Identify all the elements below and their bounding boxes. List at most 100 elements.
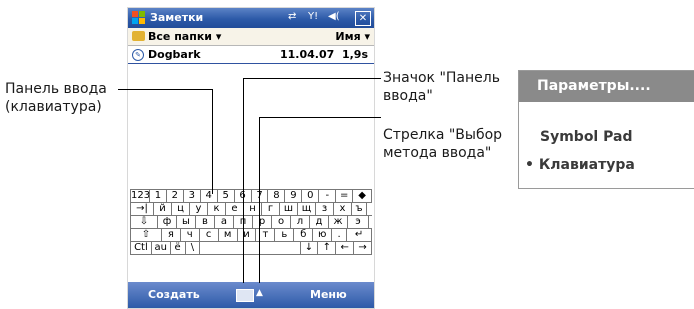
- key[interactable]: -: [319, 190, 337, 202]
- signal-icon[interactable]: Y!: [308, 11, 318, 22]
- leader-line-input-panel: [118, 89, 213, 90]
- sort-dropdown[interactable]: Имя ▾: [335, 30, 370, 43]
- leader-line-input-panel-icon: [243, 78, 381, 79]
- backspace-key[interactable]: ◆: [353, 190, 373, 202]
- input-panel-keyboard[interactable]: 123 1 2 3 4 5 6 7 8 9 0 - = ◆ →| й ц у к…: [130, 189, 373, 255]
- sync-icon[interactable]: ⇄: [288, 11, 296, 22]
- folder-dropdown[interactable]: Все папки ▾: [148, 30, 221, 43]
- key[interactable]: ъ: [352, 203, 367, 215]
- key[interactable]: 4: [201, 190, 218, 202]
- key[interactable]: р: [253, 216, 272, 228]
- key[interactable]: ч: [181, 229, 200, 241]
- key[interactable]: л: [291, 216, 310, 228]
- key[interactable]: au: [152, 242, 171, 254]
- volume-icon[interactable]: ◀(: [328, 11, 340, 22]
- key[interactable]: 8: [268, 190, 286, 202]
- menu-options-header[interactable]: Параметры....: [519, 71, 694, 102]
- key[interactable]: ↓: [301, 242, 319, 254]
- key[interactable]: 2: [167, 190, 184, 202]
- key[interactable]: м: [219, 229, 238, 241]
- menu-item-keyboard[interactable]: • Клавиатура: [525, 157, 635, 173]
- title-bar: Заметки ⇄ Y! ◀( ✕: [128, 8, 374, 28]
- input-method-arrow[interactable]: ▲: [256, 288, 263, 298]
- key[interactable]: =: [336, 190, 354, 202]
- key[interactable]: й: [154, 203, 172, 215]
- key[interactable]: 5: [218, 190, 235, 202]
- note-name: Dogbark: [148, 48, 201, 61]
- key[interactable]: 0: [302, 190, 320, 202]
- leader-line-input-method-arrow: [259, 117, 260, 283]
- key[interactable]: →: [354, 242, 372, 254]
- key[interactable]: а: [215, 216, 234, 228]
- close-button[interactable]: ✕: [355, 11, 371, 26]
- keyboard-row-4: ⇧ я ч с м и т ь б ю . ↵: [130, 228, 372, 241]
- key[interactable]: к: [208, 203, 226, 215]
- key[interactable]: е: [226, 203, 244, 215]
- space-key[interactable]: [200, 242, 301, 254]
- key[interactable]: ы: [177, 216, 196, 228]
- key[interactable]: ↑: [318, 242, 337, 254]
- key[interactable]: ж: [329, 216, 348, 228]
- key[interactable]: о: [272, 216, 291, 228]
- leader-line-input-panel-icon: [243, 78, 244, 283]
- note-date: 11.04.07: [280, 48, 335, 61]
- softkey-menu[interactable]: Меню: [310, 288, 347, 301]
- key[interactable]: \: [186, 242, 201, 254]
- key[interactable]: ь: [275, 229, 295, 241]
- list-item[interactable]: ✎ Dogbark 11.04.07 1,9s: [128, 46, 374, 64]
- key[interactable]: 123: [130, 190, 150, 202]
- key[interactable]: ц: [172, 203, 190, 215]
- leader-line-input-panel: [212, 89, 213, 194]
- key[interactable]: с: [200, 229, 219, 241]
- callout-arrow-line1: Стрелка "Выбор: [383, 127, 503, 143]
- key[interactable]: у: [190, 203, 208, 215]
- key[interactable]: 9: [285, 190, 303, 202]
- key[interactable]: х: [334, 203, 352, 215]
- key[interactable]: и: [238, 229, 257, 241]
- callout-input-method-arrow: Стрелка "Выбор метода ввода": [383, 126, 502, 162]
- key[interactable]: з: [316, 203, 334, 215]
- softkey-create[interactable]: Создать: [148, 288, 200, 301]
- folder-bar: Все папки ▾ Имя ▾: [128, 28, 374, 46]
- tab-key[interactable]: →|: [130, 203, 154, 215]
- key[interactable]: э: [348, 216, 369, 228]
- key[interactable]: щ: [298, 203, 316, 215]
- key[interactable]: ←: [336, 242, 355, 254]
- keyboard-row-5: Ctl au ё \ ↓ ↑ ← →: [130, 241, 372, 255]
- key[interactable]: ю: [313, 229, 333, 241]
- key[interactable]: в: [196, 216, 215, 228]
- softkey-bar: Создать ▲ Меню: [128, 282, 374, 308]
- callout-input-panel-line1: Панель ввода: [5, 81, 107, 97]
- shift-key[interactable]: ⇧: [130, 229, 162, 241]
- keyboard-row-2: →| й ц у к е н г ш щ з х ъ: [130, 202, 372, 215]
- key[interactable]: ш: [280, 203, 298, 215]
- note-size: 1,9s: [341, 48, 368, 61]
- input-panel-icon[interactable]: [236, 289, 254, 302]
- keyboard-row-3: ⇩ ф ы в а п р о л д ж э: [130, 215, 372, 228]
- caps-key[interactable]: ⇩: [130, 216, 158, 228]
- key[interactable]: 3: [184, 190, 201, 202]
- key[interactable]: ф: [158, 216, 177, 228]
- callout-input-panel-line2: (клавиатура): [5, 99, 102, 115]
- callout-arrow-line2: метода ввода": [383, 145, 492, 161]
- windows-logo-icon[interactable]: [132, 11, 146, 25]
- app-title: Заметки: [150, 11, 204, 24]
- enter-key[interactable]: ↵: [347, 229, 372, 241]
- selected-bullet-icon: •: [525, 157, 539, 173]
- folder-icon: [132, 31, 145, 41]
- menu-item-label: Клавиатура: [538, 157, 635, 173]
- key[interactable]: д: [310, 216, 329, 228]
- callout-input-panel-icon: Значок "Панель ввода": [383, 69, 500, 105]
- menu-item-symbol-pad[interactable]: Symbol Pad: [540, 129, 632, 145]
- note-icon: ✎: [132, 49, 144, 61]
- ctrl-key[interactable]: Ctl: [130, 242, 152, 254]
- key[interactable]: ё: [171, 242, 186, 254]
- key[interactable]: 1: [150, 190, 167, 202]
- keyboard-row-1: 123 1 2 3 4 5 6 7 8 9 0 - = ◆: [130, 189, 373, 202]
- key[interactable]: .: [332, 229, 348, 241]
- device-screen: Заметки ⇄ Y! ◀( ✕ Все папки ▾ Имя ▾ ✎ Do…: [128, 8, 374, 308]
- key[interactable]: г: [262, 203, 280, 215]
- key[interactable]: б: [294, 229, 314, 241]
- key[interactable]: я: [162, 229, 181, 241]
- key[interactable]: 7: [252, 190, 269, 202]
